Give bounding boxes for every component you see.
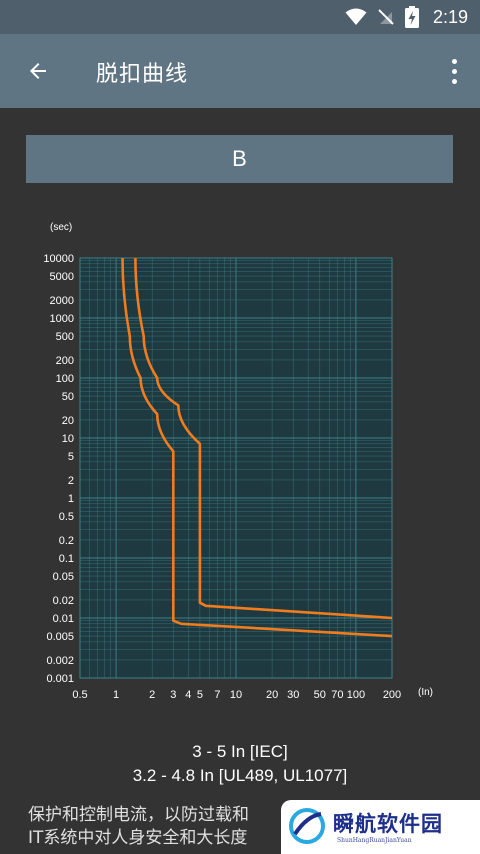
x-tick-label: 4 bbox=[185, 689, 191, 701]
x-tick-label: 100 bbox=[347, 689, 365, 701]
y-tick-label: 10 bbox=[62, 433, 74, 445]
battery-charging-icon bbox=[404, 6, 419, 28]
y-tick-label: 1 bbox=[68, 493, 74, 505]
x-tick-label: 70 bbox=[331, 689, 343, 701]
y-tick-label: 500 bbox=[56, 331, 74, 343]
app-bar: 脱扣曲线 bbox=[0, 34, 480, 108]
curve-type-button[interactable]: B bbox=[26, 135, 453, 183]
x-axis-unit: (In) bbox=[418, 687, 433, 698]
y-tick-label: 0.01 bbox=[53, 613, 74, 625]
watermark-text: 瞬航软件园 bbox=[333, 812, 443, 836]
y-tick-label: 20 bbox=[62, 415, 74, 427]
watermark: 瞬航软件园 ShunHangRuanJianYuan bbox=[281, 800, 480, 854]
y-tick-label: 200 bbox=[56, 355, 74, 367]
y-tick-label: 5000 bbox=[50, 271, 74, 283]
wifi-icon bbox=[345, 8, 367, 25]
range-ul: 3.2 - 4.8 In [UL489, UL1077] bbox=[132, 766, 348, 785]
status-icons: 2:19 bbox=[345, 5, 468, 29]
y-tick-label: 100 bbox=[56, 373, 74, 385]
x-tick-label: 20 bbox=[266, 689, 278, 701]
y-tick-label: 0.5 bbox=[59, 511, 74, 523]
y-tick-label: 1000 bbox=[50, 313, 74, 325]
y-tick-label: 0.02 bbox=[53, 595, 74, 607]
y-tick-label: 0.001 bbox=[46, 673, 74, 685]
y-tick-label: 5 bbox=[68, 451, 74, 463]
watermark-logo-icon bbox=[289, 808, 325, 844]
x-tick-label: 5 bbox=[197, 689, 203, 701]
more-options-button[interactable] bbox=[438, 47, 470, 95]
page-title: 脱扣曲线 bbox=[96, 62, 189, 87]
no-sim-icon bbox=[378, 9, 394, 25]
back-button[interactable] bbox=[14, 47, 62, 95]
y-tick-label: 0.2 bbox=[59, 535, 74, 547]
y-tick-label: 0.005 bbox=[46, 631, 74, 643]
x-tick-label: 10 bbox=[230, 689, 242, 701]
x-tick-label: 7 bbox=[214, 689, 220, 701]
y-tick-label: 50 bbox=[62, 391, 74, 403]
y-tick-label: 0.002 bbox=[46, 655, 74, 667]
y-tick-label: 0.1 bbox=[59, 553, 74, 565]
status-bar: 2:19 bbox=[0, 0, 480, 34]
x-tick-label: 3 bbox=[170, 689, 176, 701]
more-vert-icon bbox=[451, 58, 457, 84]
x-tick-label: 2 bbox=[149, 689, 155, 701]
y-tick-label: 2 bbox=[68, 475, 74, 487]
y-tick-label: 10000 bbox=[43, 253, 74, 265]
curve-type-label: B bbox=[232, 146, 247, 171]
y-axis-unit: (sec) bbox=[50, 222, 72, 233]
y-tick-label: 2000 bbox=[50, 295, 74, 307]
trip-curve-chart: 10000 5000 2000 1000 500 200 100 50 20 10 5 2 1 0.5 0.… bbox=[43, 222, 433, 701]
x-tick-label: 30 bbox=[287, 689, 299, 701]
watermark-subtext: ShunHangRuanJianYuan bbox=[337, 837, 412, 844]
x-tick-label: 50 bbox=[314, 689, 326, 701]
arrow-back-icon bbox=[30, 63, 46, 79]
x-tick-label: 1 bbox=[113, 689, 119, 701]
status-time: 2:19 bbox=[432, 6, 468, 27]
range-iec: 3 - 5 In [IEC] bbox=[192, 742, 288, 761]
x-tick-label: 0.5 bbox=[72, 689, 87, 701]
y-tick-label: 0.05 bbox=[53, 571, 74, 583]
x-tick-label: 200 bbox=[383, 689, 401, 701]
